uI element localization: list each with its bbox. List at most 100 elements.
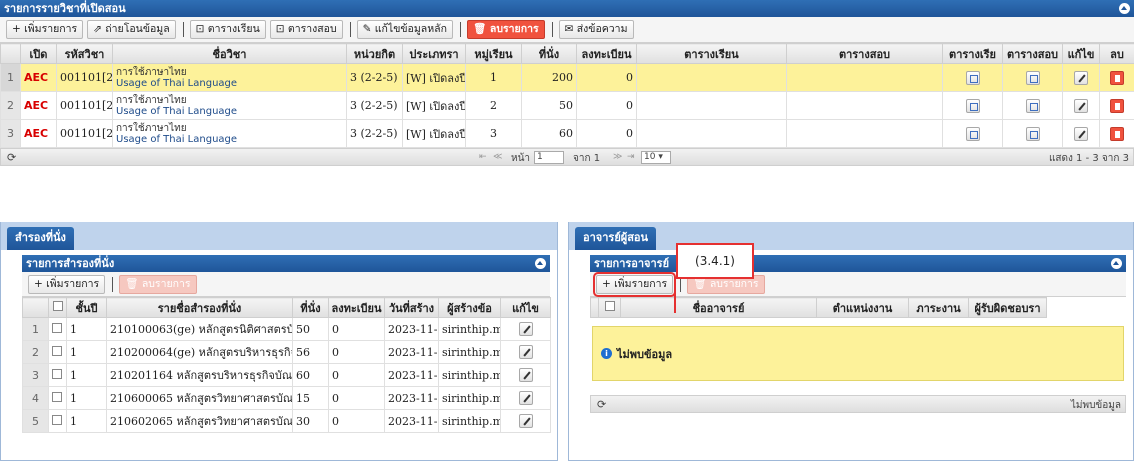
add-course-button[interactable]: + เพิ่มรายการ [6, 20, 84, 39]
table-row[interactable]: 3 1 210201164 หลักสูตรบริหารธุรกิจบัณฑิต… [22, 363, 551, 387]
creator: sirinthip.ma [438, 409, 501, 433]
table-row[interactable]: 4 1 210600065 หลักสูตรวิทยาศาสตรบัณฑิต ส… [22, 386, 551, 410]
row-checkbox[interactable] [48, 340, 67, 364]
column-header[interactable]: ตารางสอบ [786, 43, 943, 64]
exam-schedule-icon[interactable] [1025, 98, 1040, 113]
tab-reserve-seats[interactable]: สำรองที่นั่ง [7, 227, 74, 250]
seats: 60 [292, 363, 329, 387]
select-all-checkbox[interactable] [48, 297, 67, 318]
select-all-checkbox[interactable] [598, 297, 621, 318]
row-checkbox[interactable] [48, 317, 67, 341]
table-row[interactable]: 2 AEC 001101[2] การใช้ภาษาไทย Usage of Th… [0, 91, 1134, 120]
last-page-icon[interactable]: ⇥ [627, 152, 635, 162]
column-header[interactable]: ชั้นปี [66, 297, 107, 318]
row-checkbox[interactable] [48, 386, 67, 410]
credit: 3 (2-2-5) [346, 119, 403, 148]
column-header[interactable]: ตารางเรียน [636, 43, 787, 64]
trash-icon[interactable] [1110, 98, 1124, 113]
edit-master-button[interactable]: ✎ แก้ไขข้อมูลหลัก [356, 20, 453, 39]
class-schedule-icon[interactable] [965, 98, 980, 113]
send-message-button[interactable]: ✉ ส่งข้อความ [558, 20, 634, 39]
refresh-icon[interactable]: ⟳ [597, 398, 606, 411]
column-header[interactable]: ลบ [1099, 43, 1134, 64]
page-number-input[interactable]: 1 [534, 151, 564, 164]
column-header[interactable]: ผู้สร้างข้อ [438, 297, 501, 318]
delete-course-button[interactable]: 🗑 ลบรายการ [466, 20, 545, 39]
registered: 0 [328, 317, 385, 341]
next-page-icon[interactable]: ≫ [613, 152, 622, 162]
column-header[interactable]: ผู้รับผิดชอบรา [968, 297, 1047, 318]
edit-icon[interactable] [518, 414, 533, 428]
trash-icon[interactable] [1110, 126, 1124, 141]
reserve-table-header: ชั้นปี รายชื่อสำรองที่นั่ง ที่นั่ง ลงทะเ… [22, 297, 551, 318]
table-row[interactable]: 1 1 210100063(ge) หลักสูตรนิติศาสตรบัณฑิ… [22, 317, 551, 341]
instructor-panel-header: รายการอาจารย์ [590, 255, 1126, 272]
add-instructor-button[interactable]: + เพิ่มรายการ [592, 271, 677, 297]
row-number: 3 [0, 119, 21, 148]
section: 3 [465, 119, 522, 148]
add-reserve-button[interactable]: + เพิ่มรายการ [28, 274, 106, 294]
edit-icon[interactable] [518, 391, 533, 405]
table-row[interactable]: 1 AEC 001101[2] การใช้ภาษาไทย Usage of Th… [0, 63, 1134, 92]
trash-icon[interactable] [1110, 70, 1124, 85]
refresh-icon[interactable]: ⟳ [7, 151, 16, 164]
exam-schedule-icon[interactable] [1025, 126, 1040, 141]
reserve-name: 210200064(ge) หลักสูตรบริหารธุรกิจบัณฑิต [106, 340, 293, 364]
class-schedule-icon[interactable] [965, 70, 980, 85]
reserve-name: 210201164 หลักสูตรบริหารธุรกิจบัณฑิต สาข [106, 363, 293, 387]
table-row[interactable]: 2 1 210200064(ge) หลักสูตรบริหารธุรกิจบั… [22, 340, 551, 364]
reserve-name: 210600065 หลักสูตรวิทยาศาสตรบัณฑิต สาข [106, 386, 293, 410]
column-header[interactable]: รหัสวิชา [56, 43, 113, 64]
prev-page-icon[interactable]: ≪ [493, 152, 502, 162]
page-size-select[interactable]: 10 ▾ [641, 151, 671, 164]
reserve-tabstrip: สำรองที่นั่ง [1, 222, 557, 250]
column-header[interactable]: ตารางเรีย [942, 43, 1003, 64]
edit-icon[interactable] [518, 368, 533, 382]
row-number: 5 [22, 409, 49, 433]
delete-reserve-button[interactable]: 🗑 ลบรายการ [119, 274, 197, 294]
edit-icon[interactable] [518, 345, 533, 359]
exam-schedule-icon[interactable] [1025, 70, 1040, 85]
collapse-icon[interactable] [1111, 258, 1122, 269]
column-header[interactable]: ประเภทรา [402, 43, 466, 64]
edit-icon[interactable] [1074, 70, 1088, 85]
transfer-data-button[interactable]: ⇗ ถ่ายโอนข้อมูล [87, 20, 176, 39]
edit-icon[interactable] [1074, 98, 1088, 113]
tab-instructors[interactable]: อาจารย์ผู้สอน [575, 227, 657, 250]
column-header[interactable]: รายชื่อสำรองที่นั่ง [106, 297, 293, 318]
reserve-panel-header: รายการสำรองที่นั่ง [22, 255, 550, 272]
column-header[interactable]: ชื่ออาจารย์ [620, 297, 817, 318]
column-header[interactable]: แก้ไข [500, 297, 551, 318]
table-row[interactable]: 5 1 210602065 หลักสูตรวิทยาศาสตรบัณฑิต ส… [22, 409, 551, 433]
column-header[interactable]: วันที่สร้าง [384, 297, 439, 318]
edit-icon[interactable] [518, 322, 533, 336]
column-header[interactable]: ตำแหน่งงาน [816, 297, 909, 318]
column-header[interactable]: ภาระงาน [908, 297, 969, 318]
class-schedule-icon[interactable] [965, 126, 980, 141]
column-header[interactable]: ลงทะเบียน [576, 43, 637, 64]
course-type: [W] เปิดลงปี [402, 63, 466, 92]
row-checkbox[interactable] [48, 409, 67, 433]
column-header[interactable]: ตารางสอบ [1002, 43, 1063, 64]
registered: 0 [328, 409, 385, 433]
course-name: การใช้ภาษาไทย Usage of Thai Language [112, 91, 347, 120]
column-header[interactable]: ลงทะเบียน [328, 297, 385, 318]
column-header[interactable]: หมู่เรียน [465, 43, 522, 64]
seats: 50 [521, 91, 577, 120]
collapse-icon[interactable] [1119, 3, 1130, 14]
column-header[interactable]: ที่นั่ง [292, 297, 329, 318]
column-header[interactable]: ที่นั่ง [521, 43, 577, 64]
column-header[interactable]: ชื่อวิชา [112, 43, 347, 64]
collapse-icon[interactable] [535, 258, 546, 269]
first-page-icon[interactable]: ⇤ [479, 152, 487, 162]
table-row[interactable]: 3 AEC 001101[2] การใช้ภาษาไทย Usage of Th… [0, 119, 1134, 148]
column-header[interactable]: หน่วยกิต [346, 43, 403, 64]
class-schedule-button[interactable]: ⊡ ตารางเรียน [189, 20, 266, 39]
column-header[interactable]: แก้ไข [1062, 43, 1100, 64]
toolbar-separator [182, 22, 184, 37]
edit-icon[interactable] [1074, 126, 1088, 141]
column-header[interactable]: เปิด [20, 43, 57, 64]
row-checkbox[interactable] [48, 363, 67, 387]
course-table: เปิด รหัสวิชา ชื่อวิชา หน่วยกิต ประเภทรา… [0, 43, 1134, 148]
exam-schedule-button[interactable]: ⊡ ตารางสอบ [269, 20, 343, 39]
